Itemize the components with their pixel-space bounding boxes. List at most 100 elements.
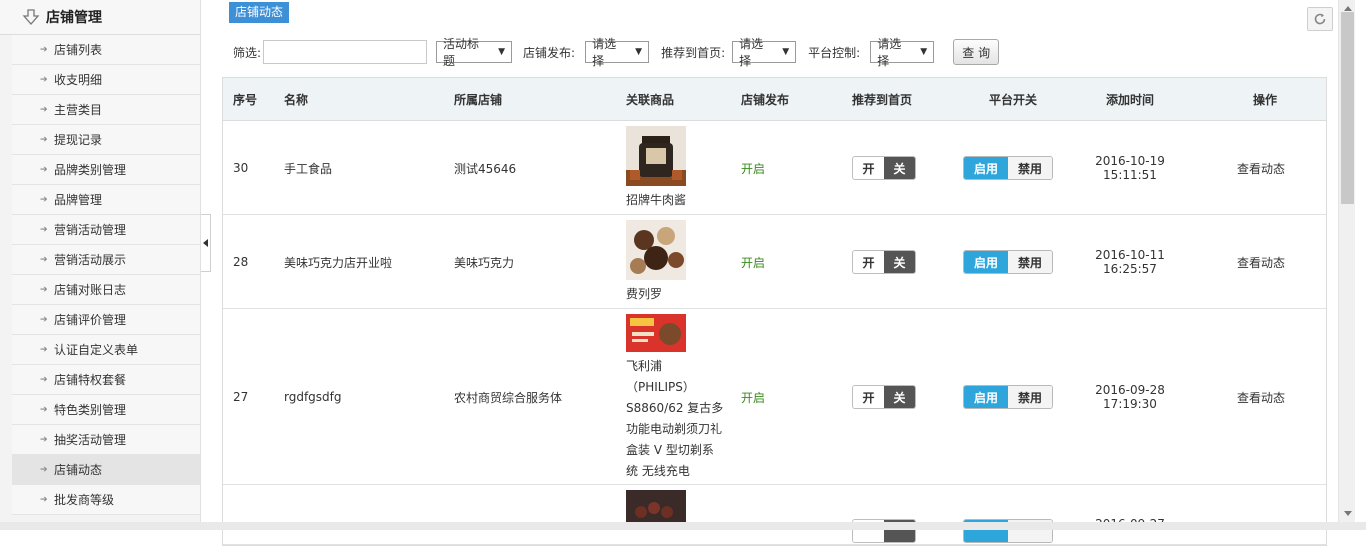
toggle-off-option[interactable]: 关: [884, 157, 915, 179]
enable-option[interactable]: 启用: [964, 386, 1008, 408]
sidebar-item-brand-management[interactable]: ➔ 品牌管理: [12, 185, 200, 215]
row-goods: 飞利浦 （PHILIPS） S8860/62 复古多 功能电动剃须刀礼 盒装 V…: [626, 314, 726, 482]
home-recommend-toggle[interactable]: 开 关: [852, 385, 916, 409]
sidebar-item-label: 主营类目: [54, 103, 103, 117]
view-dynamics-link[interactable]: 查看动态: [1237, 389, 1285, 406]
row-shop: 测试45646: [454, 162, 517, 176]
sidebar-item-label: 收支明细: [54, 73, 103, 87]
sidebar-item-label: 提现记录: [54, 133, 103, 147]
sidebar: 店铺管理 ➔ 店铺列表 ➔ 收支明细 ➔ 主营类目 ➔ 提现记录 ➔ 品牌类别管理 ➔ 品牌…: [0, 0, 201, 530]
enable-option[interactable]: 启用: [964, 157, 1008, 179]
sidebar-item-label: 抽奖活动管理: [54, 433, 127, 447]
sidebar-item-feature-category[interactable]: ➔ 特色类别管理: [12, 395, 200, 425]
horizontal-scrollbar[interactable]: [0, 522, 1366, 530]
home-recommend-toggle[interactable]: 开 关: [852, 250, 916, 274]
product-image-shaver[interactable]: [626, 314, 686, 352]
enable-option[interactable]: 启用: [964, 251, 1008, 273]
row-publish-status: 开启: [741, 256, 766, 270]
toggle-off-option[interactable]: 关: [884, 251, 915, 273]
row-publish-status: 开启: [741, 162, 766, 176]
dropdown-arrow-icon: ▼: [782, 47, 790, 57]
row-time: 15:11:51: [1103, 168, 1157, 182]
refresh-icon: [1314, 13, 1326, 25]
vertical-scrollbar[interactable]: [1338, 0, 1355, 522]
platform-switch-toggle[interactable]: 启用 禁用: [963, 385, 1053, 409]
refresh-button[interactable]: [1307, 7, 1333, 31]
dynamics-table: 序号 名称 所属店铺 关联商品 店铺发布 推荐到首页 平台开关 添加时间 操作 …: [222, 77, 1327, 546]
main-content: 店铺动态 筛选: 活动标题 ▼ 店铺发布: 请选择 ▼ 推荐到首页: 请选择 ▼…: [212, 0, 1338, 546]
goods-name-line: 统 无线充电: [626, 464, 690, 478]
row-time: 17:19:30: [1103, 397, 1157, 411]
row-shop: 农村商贸综合服务体: [454, 391, 563, 405]
sidebar-item-label: 店铺动态: [54, 463, 103, 477]
sidebar-item-review-management[interactable]: ➔ 店铺评价管理: [12, 305, 200, 335]
disable-option[interactable]: 禁用: [1008, 251, 1052, 273]
sidebar-item-shop-dynamics[interactable]: ➔ 店铺动态: [12, 455, 200, 485]
sidebar-item-withdraw-records[interactable]: ➔ 提现记录: [12, 125, 200, 155]
chevron-right-icon: ➔: [40, 194, 48, 205]
toggle-on-option[interactable]: 开: [853, 386, 884, 408]
view-dynamics-link[interactable]: 查看动态: [1237, 254, 1285, 271]
sidebar-item-label: 认证自定义表单: [54, 343, 139, 357]
table-row: 27 rgdfgsdfg 农村商贸综合服务体 飞利浦 （PHILIPS） S88…: [223, 309, 1326, 485]
home-recommend-toggle[interactable]: 开 关: [852, 156, 916, 180]
query-button[interactable]: 查 询: [953, 39, 1000, 65]
row-name: rgdfgsdfg: [284, 390, 342, 404]
sidebar-title: 店铺管理: [46, 10, 102, 26]
shop-publish-label: 店铺发布:: [523, 45, 576, 60]
scrollbar-thumb[interactable]: [1341, 12, 1354, 204]
sidebar-item-shop-list[interactable]: ➔ 店铺列表: [12, 35, 200, 65]
sidebar-item-income-expense[interactable]: ➔ 收支明细: [12, 65, 200, 95]
sidebar-item-reconciliation-log[interactable]: ➔ 店铺对账日志: [12, 275, 200, 305]
dropdown-arrow-icon: ▼: [498, 47, 506, 57]
chevron-right-icon: ➔: [40, 104, 48, 115]
row-goods: 费列罗: [626, 220, 726, 305]
platform-switch-toggle[interactable]: 启用 禁用: [963, 156, 1053, 180]
scroll-down-icon[interactable]: [1339, 505, 1356, 522]
sidebar-item-brand-category[interactable]: ➔ 品牌类别管理: [12, 155, 200, 185]
chevron-right-icon: ➔: [40, 164, 48, 175]
sidebar-item-lottery-management[interactable]: ➔ 抽奖活动管理: [12, 425, 200, 455]
sidebar-item-wholesaler-level[interactable]: ➔ 批发商等级: [12, 485, 200, 515]
row-goods-name[interactable]: 飞利浦 （PHILIPS） S8860/62 复古多 功能电动剃须刀礼 盒装 V…: [626, 356, 726, 482]
goods-name-line: 飞利浦: [626, 359, 663, 373]
disable-option[interactable]: 禁用: [1008, 386, 1052, 408]
keyword-input[interactable]: [263, 40, 428, 64]
sidebar-header[interactable]: 店铺管理: [0, 0, 200, 35]
sidebar-collapse-toggle[interactable]: [201, 214, 211, 272]
goods-name-line: 功能电动剃须刀礼: [626, 422, 723, 436]
home-recommend-select-value: 请选择: [739, 37, 764, 68]
chevron-left-icon: [203, 239, 208, 247]
platform-control-select-value: 请选择: [877, 37, 902, 68]
sidebar-item-privilege-package[interactable]: ➔ 店铺特权套餐: [12, 365, 200, 395]
platform-switch-toggle[interactable]: 启用 禁用: [963, 250, 1053, 274]
sidebar-item-custom-form[interactable]: ➔ 认证自定义表单: [12, 335, 200, 365]
chevron-right-icon: ➔: [40, 254, 48, 265]
row-name: 美味巧克力店开业啦: [284, 256, 393, 270]
sidebar-item-label: 批发商等级: [54, 493, 115, 507]
header-goods: 关联商品: [626, 92, 675, 107]
sidebar-item-main-category[interactable]: ➔ 主营类目: [12, 95, 200, 125]
home-recommend-select[interactable]: 请选择 ▼: [732, 37, 797, 68]
field-select[interactable]: 活动标题 ▼: [436, 37, 513, 68]
platform-control-select[interactable]: 请选择 ▼: [870, 37, 935, 68]
header-switch: 平台开关: [989, 92, 1038, 107]
sidebar-item-label: 营销活动展示: [54, 253, 127, 267]
row-time: 16:25:57: [1103, 262, 1157, 276]
row-goods-name[interactable]: 费列罗: [626, 284, 726, 305]
toggle-on-option[interactable]: 开: [853, 157, 884, 179]
product-image-beef-sauce[interactable]: [626, 126, 686, 186]
view-dynamics-link[interactable]: 查看动态: [1237, 160, 1285, 177]
field-select-value: 活动标题: [443, 37, 480, 68]
toggle-off-option[interactable]: 关: [884, 386, 915, 408]
goods-name-line: 盒装 V 型切剃系: [626, 443, 714, 457]
sidebar-item-marketing-management[interactable]: ➔ 营销活动管理: [12, 215, 200, 245]
row-goods-name[interactable]: 招牌牛肉酱: [626, 190, 726, 211]
product-image-chocolate[interactable]: [626, 220, 686, 280]
toggle-on-option[interactable]: 开: [853, 251, 884, 273]
disable-option[interactable]: 禁用: [1008, 157, 1052, 179]
sidebar-item-marketing-display[interactable]: ➔ 营销活动展示: [12, 245, 200, 275]
shop-publish-select[interactable]: 请选择 ▼: [585, 37, 650, 68]
chevron-right-icon: ➔: [40, 404, 48, 415]
chevron-right-icon: ➔: [40, 344, 48, 355]
